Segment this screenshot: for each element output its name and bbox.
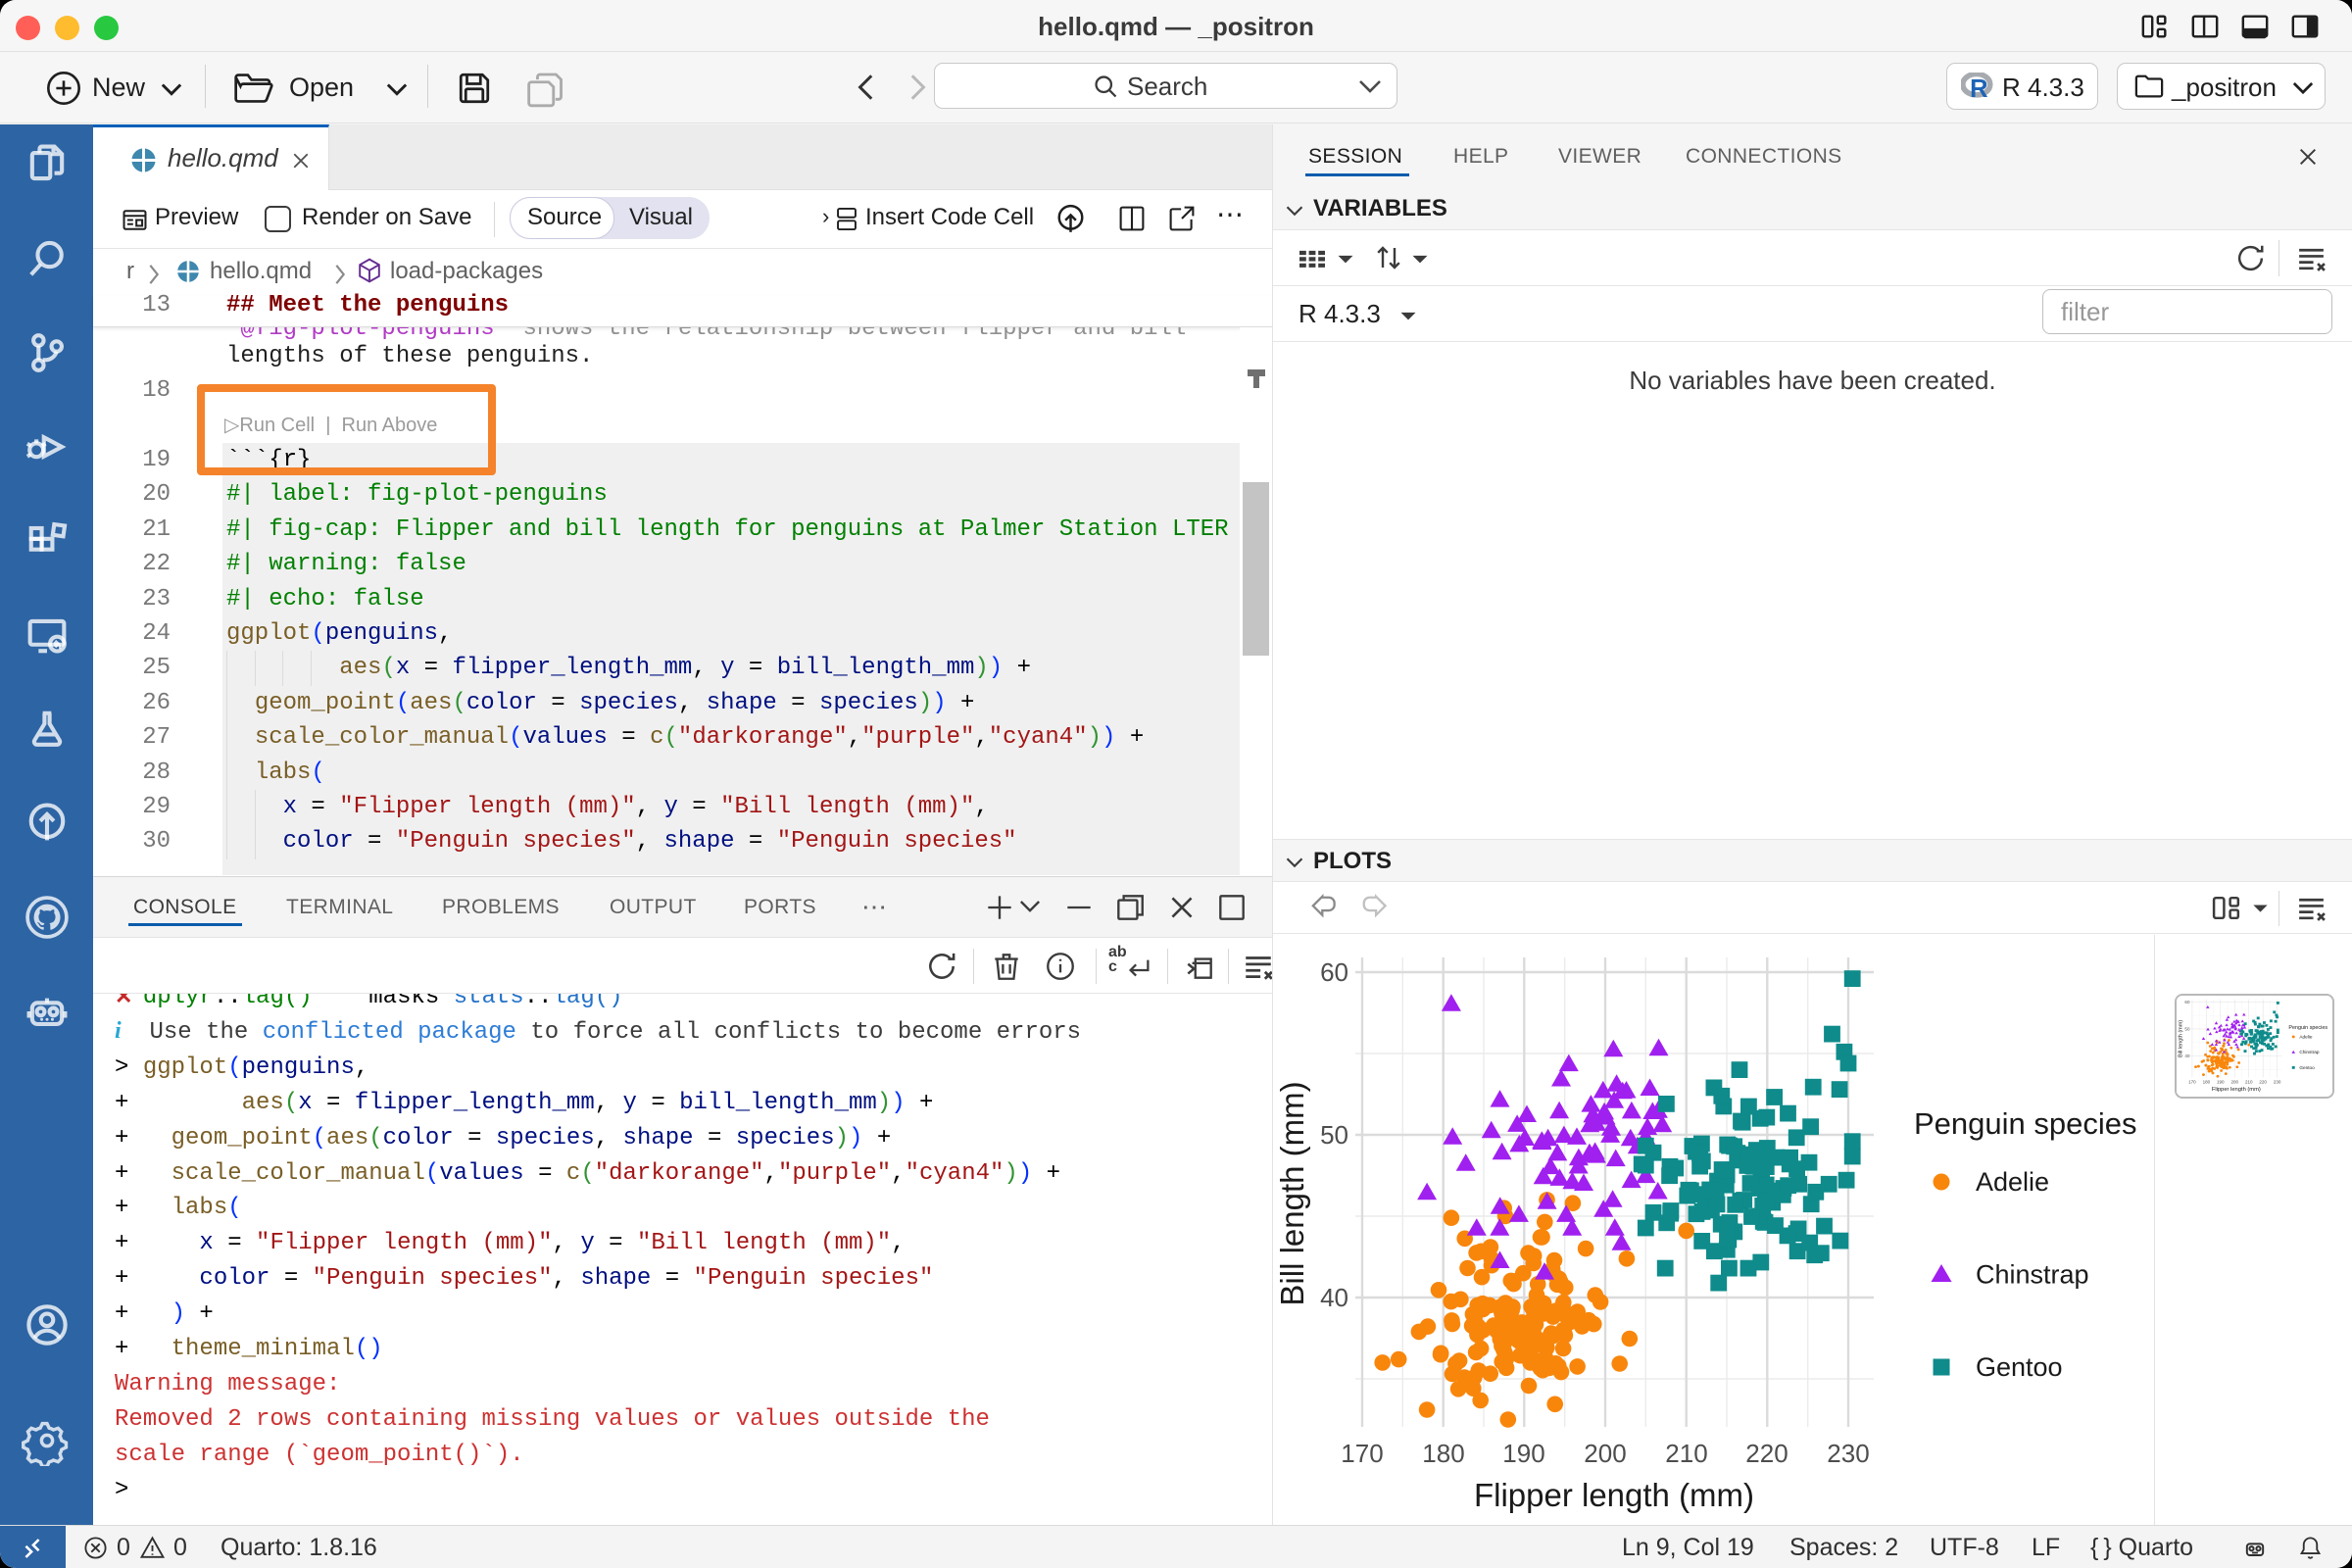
svg-text:170: 170 — [1341, 1439, 1383, 1468]
svg-text:Chinstrap: Chinstrap — [1976, 1260, 2089, 1290]
svg-text:40: 40 — [1320, 1283, 1348, 1312]
svg-text:210: 210 — [1665, 1439, 1707, 1468]
svg-text:230: 230 — [1827, 1439, 1869, 1468]
svg-text:230: 230 — [2274, 1080, 2281, 1085]
svg-text:50: 50 — [2184, 1027, 2190, 1032]
svg-text:180: 180 — [2203, 1080, 2211, 1085]
svg-text:190: 190 — [1502, 1439, 1544, 1468]
svg-text:210: 210 — [2245, 1080, 2253, 1085]
svg-text:Bill length (mm): Bill length (mm) — [2178, 1020, 2183, 1057]
svg-text:60: 60 — [2184, 1000, 2190, 1004]
svg-text:Penguin species: Penguin species — [1914, 1106, 2137, 1141]
svg-text:200: 200 — [2230, 1080, 2238, 1085]
svg-text:60: 60 — [1320, 957, 1348, 987]
svg-text:190: 190 — [2217, 1080, 2225, 1085]
svg-text:Adelie: Adelie — [2299, 1035, 2313, 1040]
svg-text:170: 170 — [2188, 1080, 2196, 1085]
svg-text:Flipper length (mm): Flipper length (mm) — [1474, 1477, 1754, 1513]
svg-text:220: 220 — [1745, 1439, 1788, 1468]
svg-text:Gentoo: Gentoo — [2299, 1065, 2315, 1070]
svg-text:Penguin species: Penguin species — [2288, 1025, 2328, 1031]
svg-text:Bill length (mm): Bill length (mm) — [1274, 1081, 1310, 1305]
svg-text:R: R — [1970, 75, 1987, 100]
svg-text:220: 220 — [2259, 1080, 2267, 1085]
svg-text:Chinstrap: Chinstrap — [2299, 1050, 2320, 1054]
svg-text:Adelie: Adelie — [1976, 1167, 2049, 1197]
svg-text:40: 40 — [2184, 1054, 2190, 1058]
svg-text:Gentoo: Gentoo — [1976, 1352, 2063, 1382]
svg-text:Flipper length (mm): Flipper length (mm) — [2212, 1087, 2261, 1093]
svg-text:50: 50 — [1320, 1120, 1348, 1150]
svg-text:180: 180 — [1422, 1439, 1464, 1468]
svg-text:200: 200 — [1584, 1439, 1626, 1468]
